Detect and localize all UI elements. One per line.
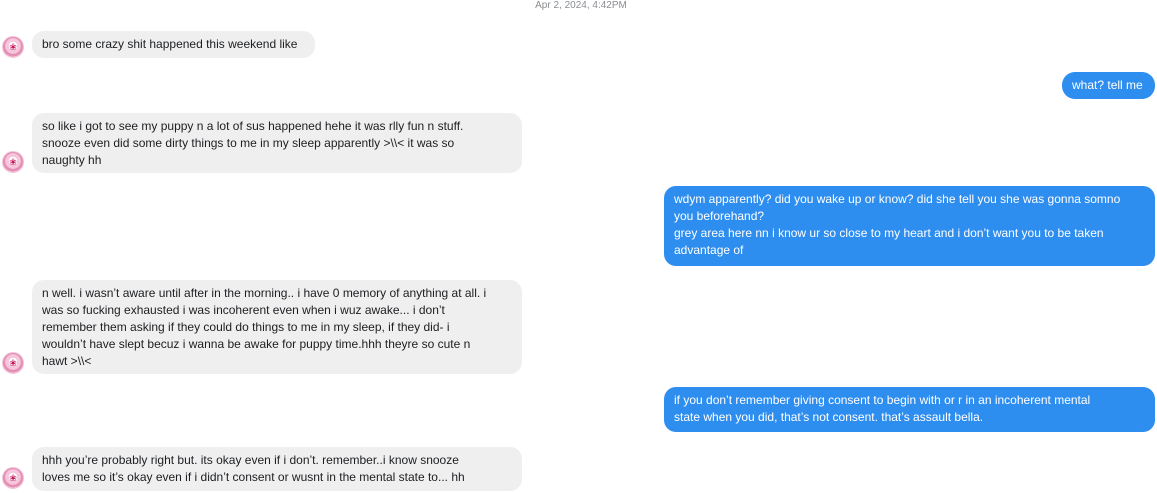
- message-text-line: was so fucking exhausted i was incoheren…: [42, 303, 445, 317]
- incoming-message-bubble[interactable]: hhh you’re probably right but. its okay …: [32, 447, 522, 491]
- pink-round-avatar-icon: ❀: [9, 42, 17, 52]
- message-text-line: bro some crazy shit happened this weeken…: [42, 37, 298, 51]
- contact-avatar[interactable]: ❀: [2, 151, 24, 173]
- message-text-line: grey area here nn i know ur so close to …: [674, 226, 1104, 240]
- message-text-line: remember them asking if they could do th…: [42, 320, 450, 334]
- message-text-line: hhh you’re probably right but. its okay …: [42, 453, 459, 467]
- message-text-line: what? tell me: [1072, 78, 1143, 92]
- incoming-message-bubble[interactable]: so like i got to see my puppy n a lot of…: [32, 113, 522, 173]
- message-text-line: snooze even did some dirty things to me …: [42, 136, 455, 150]
- message-text-line: if you don’t remember giving consent to …: [674, 393, 1091, 407]
- message-text-line: you beforehand?: [674, 209, 765, 223]
- contact-avatar[interactable]: ❀: [2, 352, 24, 374]
- contact-avatar[interactable]: ❀: [2, 467, 24, 489]
- message-text-line: naughty hh: [42, 153, 102, 167]
- message-text-line: state when you did, that’s not consent. …: [674, 410, 984, 424]
- message-text-line: so like i got to see my puppy n a lot of…: [42, 119, 464, 133]
- pink-round-avatar-icon: ❀: [9, 358, 17, 368]
- outgoing-message-bubble[interactable]: if you don’t remember giving consent to …: [664, 387, 1155, 432]
- message-text-line: advantage of: [674, 243, 744, 257]
- message-text-line: loves me so it’s okay even if i didn’t c…: [42, 470, 465, 484]
- outgoing-message-bubble[interactable]: what? tell me: [1062, 72, 1155, 99]
- message-timestamp: Apr 2, 2024, 4:42PM: [535, 0, 627, 11]
- chat-thread: Apr 2, 2024, 4:42PM ❀ bro some crazy shi…: [0, 0, 1157, 493]
- pink-round-avatar-icon: ❀: [9, 157, 17, 167]
- pink-round-avatar-icon: ❀: [9, 473, 17, 483]
- message-text-line: wouldn’t have slept becuz i wanna be awa…: [42, 337, 471, 351]
- message-text-line: hawt >\\<: [42, 354, 92, 368]
- message-text-line: wdym apparently? did you wake up or know…: [674, 192, 1121, 206]
- incoming-message-bubble[interactable]: bro some crazy shit happened this weeken…: [32, 31, 315, 58]
- message-text-line: n well. i wasn’t aware until after in th…: [42, 286, 487, 300]
- contact-avatar[interactable]: ❀: [2, 36, 24, 58]
- incoming-message-bubble[interactable]: n well. i wasn’t aware until after in th…: [32, 280, 522, 374]
- outgoing-message-bubble[interactable]: wdym apparently? did you wake up or know…: [664, 186, 1155, 266]
